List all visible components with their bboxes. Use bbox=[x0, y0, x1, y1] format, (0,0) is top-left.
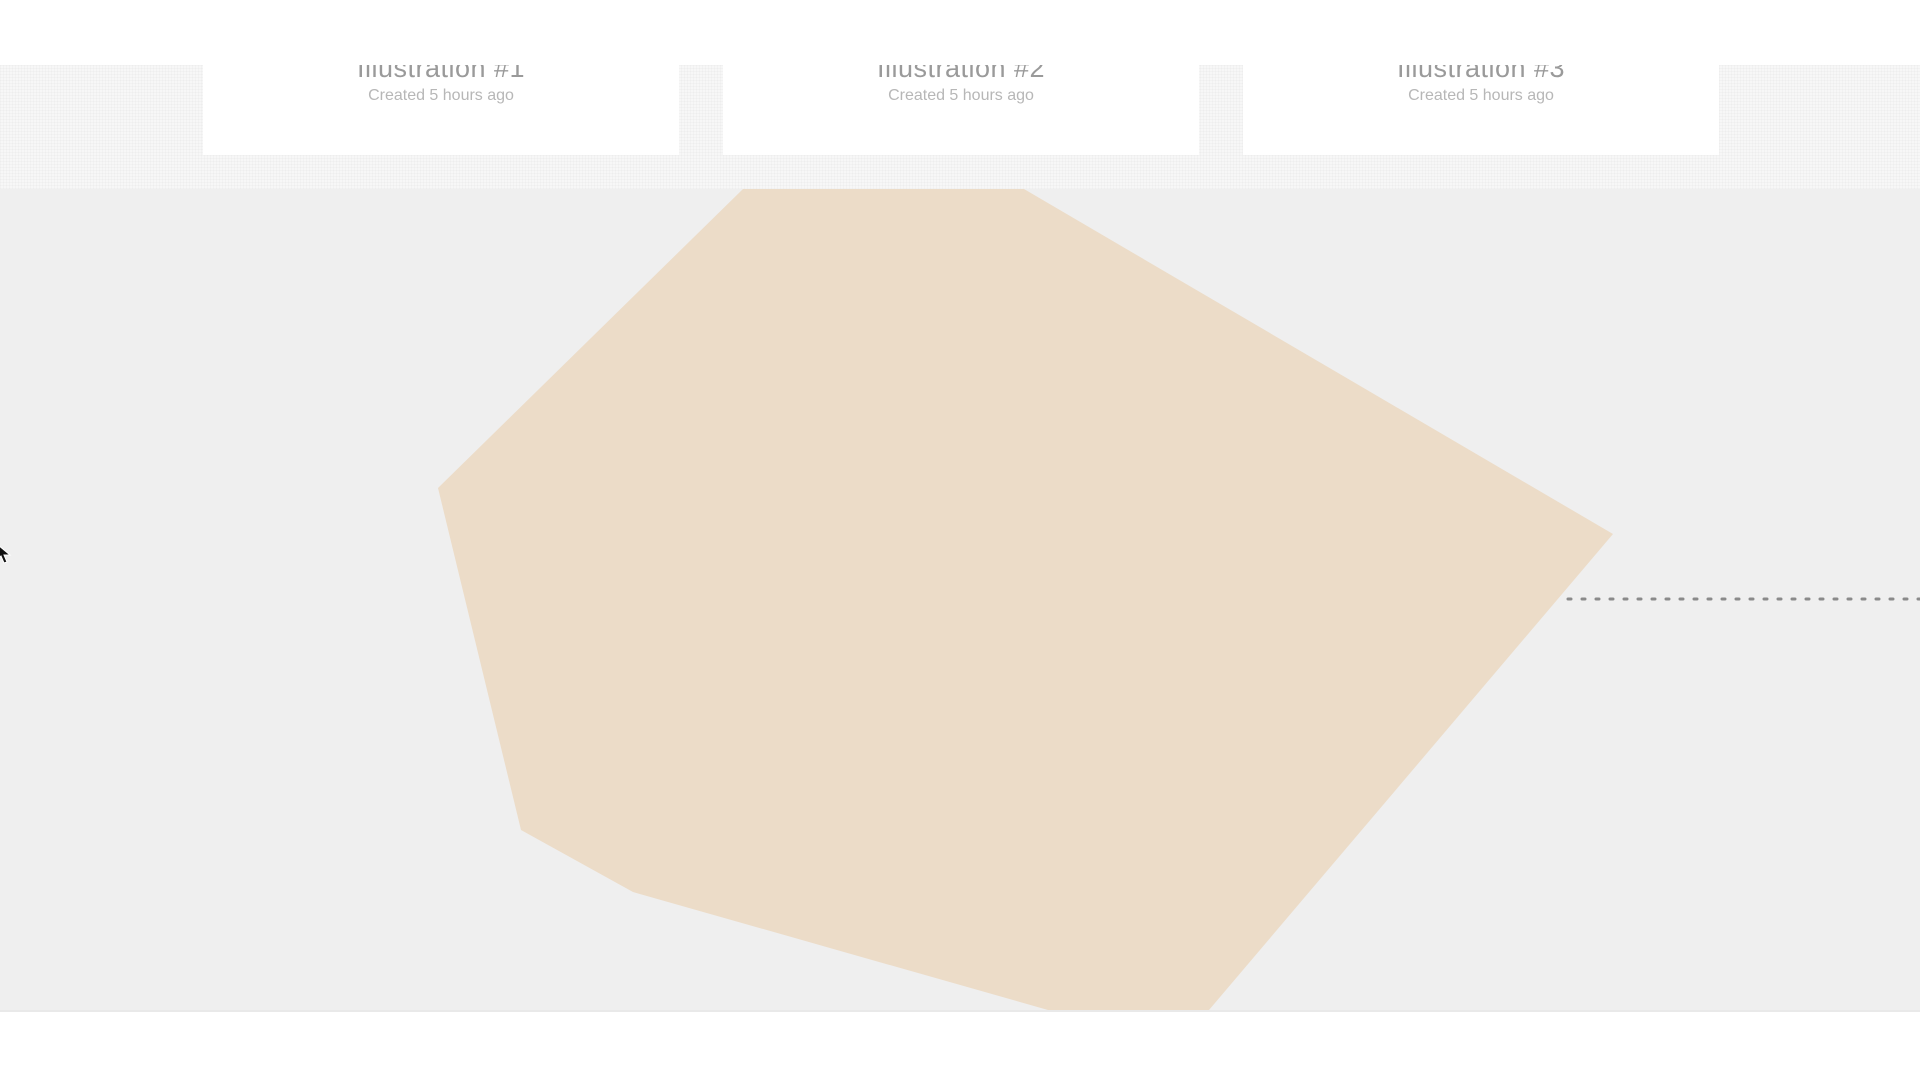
illustration-card-title: Illustration #3 bbox=[1396, 65, 1566, 83]
illustration-card-created-time: Created 5 hours ago bbox=[368, 87, 514, 104]
illustration-card-2[interactable]: Illustration #2 Created 5 hours ago bbox=[723, 65, 1199, 155]
polygon-shape[interactable] bbox=[438, 189, 1613, 1010]
canvas-svg bbox=[438, 189, 1920, 1010]
illustration-card-title: Illustration #1 bbox=[356, 65, 526, 83]
illustration-card-1[interactable]: Illustration #1 Created 5 hours ago bbox=[203, 65, 679, 155]
arrow-pointer-icon bbox=[0, 545, 12, 564]
illustration-gallery-strip: Illustration #1 Created 5 hours ago Illu… bbox=[0, 65, 1920, 189]
illustration-card-created-time: Created 5 hours ago bbox=[1408, 87, 1554, 104]
illustration-card-created-time: Created 5 hours ago bbox=[888, 87, 1034, 104]
illustration-card-3[interactable]: Illustration #3 Created 5 hours ago bbox=[1243, 65, 1719, 155]
canvas-bottom-border bbox=[0, 1010, 1920, 1012]
illustration-card-title: Illustration #2 bbox=[876, 65, 1046, 83]
illustration-editor: Illustration #1 Created 5 hours ago Illu… bbox=[0, 0, 1920, 1080]
drawing-canvas[interactable] bbox=[0, 189, 1920, 1010]
